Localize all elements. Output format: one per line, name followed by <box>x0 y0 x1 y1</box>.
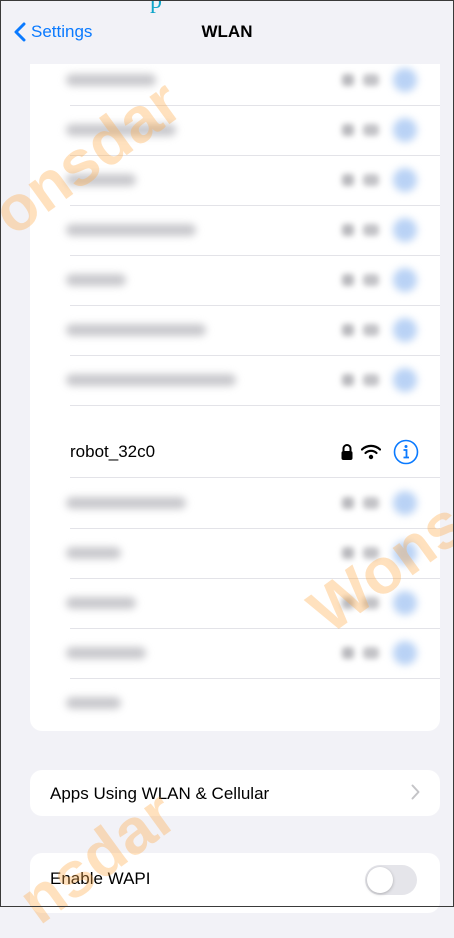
info-icon[interactable] <box>393 118 417 142</box>
enable-wapi-row: Enable WAPI <box>30 853 440 913</box>
lock-icon <box>342 647 354 659</box>
wifi-icon <box>363 274 379 286</box>
info-icon[interactable] <box>393 541 417 565</box>
lock-icon <box>342 547 354 559</box>
wifi-icon <box>363 124 379 136</box>
network-row-blurred[interactable] <box>30 629 440 679</box>
network-list: robot_32c0 <box>30 56 440 731</box>
wifi-icon <box>363 497 379 509</box>
network-row-blurred[interactable] <box>30 206 440 256</box>
info-icon[interactable] <box>393 491 417 515</box>
enable-wapi-label: Enable WAPI <box>50 869 151 888</box>
wifi-icon <box>363 647 379 659</box>
network-name: robot_32c0 <box>70 442 156 461</box>
page-title: WLAN <box>201 22 253 41</box>
network-row-blurred[interactable] <box>30 679 440 729</box>
network-row-blurred[interactable] <box>30 106 440 156</box>
info-icon[interactable] <box>393 641 417 665</box>
lock-icon <box>342 74 354 86</box>
lock-icon <box>342 274 354 286</box>
info-icon[interactable] <box>393 368 417 392</box>
lock-icon <box>342 374 354 386</box>
wifi-icon <box>363 74 379 86</box>
wifi-icon <box>363 324 379 336</box>
info-icon[interactable] <box>393 218 417 242</box>
chevron-right-icon <box>411 784 420 800</box>
lock-icon <box>341 444 353 460</box>
network-row-blurred[interactable] <box>30 156 440 206</box>
enable-wapi-toggle[interactable] <box>365 865 417 895</box>
navigation-bar: p Settings WLAN <box>0 0 454 64</box>
info-icon[interactable] <box>393 439 419 465</box>
wifi-icon <box>363 597 379 609</box>
network-row-selected[interactable]: robot_32c0 <box>30 428 440 478</box>
network-row-blurred[interactable] <box>30 579 440 629</box>
wifi-icon <box>363 547 379 559</box>
apps-using-wlan-row[interactable]: Apps Using WLAN & Cellular <box>30 770 440 816</box>
info-icon[interactable] <box>393 168 417 192</box>
wifi-icon <box>363 224 379 236</box>
network-row-blurred[interactable] <box>30 356 440 406</box>
network-row-blurred[interactable] <box>30 479 440 529</box>
network-row-blurred[interactable] <box>30 306 440 356</box>
info-icon[interactable] <box>393 68 417 92</box>
lock-icon <box>342 224 354 236</box>
toggle-knob <box>367 867 393 893</box>
lock-icon <box>342 597 354 609</box>
lock-icon <box>342 124 354 136</box>
wifi-icon <box>361 444 381 460</box>
info-icon[interactable] <box>393 318 417 342</box>
info-icon[interactable] <box>393 591 417 615</box>
lock-icon <box>342 174 354 186</box>
network-row-blurred[interactable] <box>30 529 440 579</box>
wifi-icon <box>363 374 379 386</box>
lock-icon <box>342 324 354 336</box>
info-icon[interactable] <box>393 268 417 292</box>
apps-using-wlan-label: Apps Using WLAN & Cellular <box>50 784 270 803</box>
network-row-blurred[interactable] <box>30 256 440 306</box>
lock-icon <box>342 497 354 509</box>
wifi-icon <box>363 174 379 186</box>
logo-fragment: p <box>150 0 162 14</box>
